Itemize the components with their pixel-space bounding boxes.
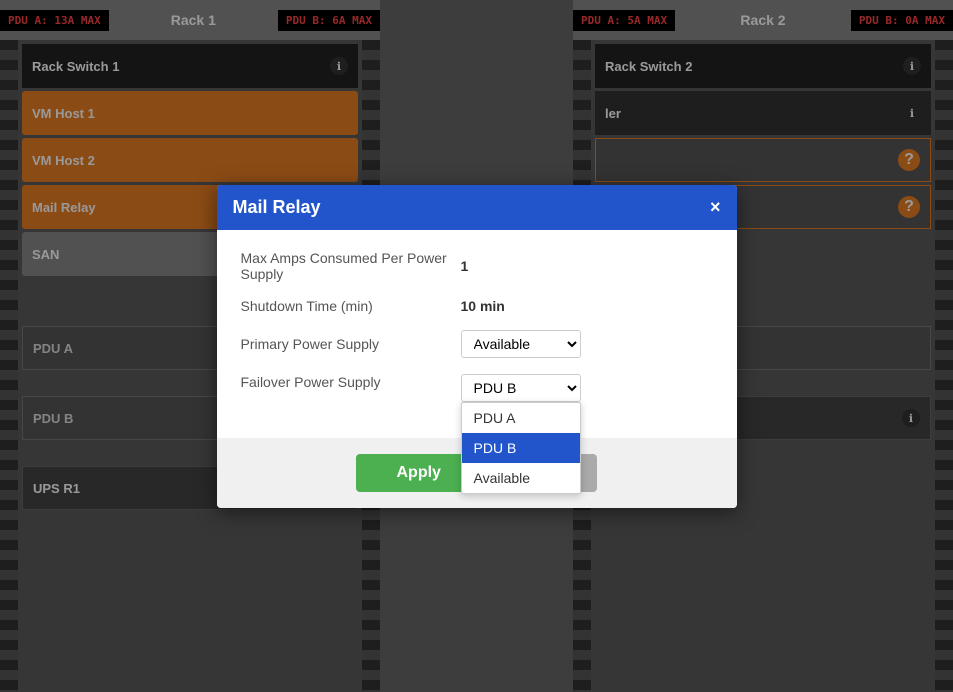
mail-relay-modal: Mail Relay × Max Amps Consumed Per Power… <box>217 185 737 508</box>
max-amps-label: Max Amps Consumed Per Power Supply <box>241 250 461 282</box>
shutdown-label: Shutdown Time (min) <box>241 298 461 314</box>
form-row-max-amps: Max Amps Consumed Per Power Supply 1 <box>241 250 713 282</box>
shutdown-value: 10 min <box>461 298 505 314</box>
modal-title: Mail Relay <box>233 197 321 218</box>
primary-power-select[interactable]: Available PDU A PDU B <box>461 330 581 358</box>
form-row-shutdown: Shutdown Time (min) 10 min <box>241 298 713 314</box>
modal-body: Max Amps Consumed Per Power Supply 1 Shu… <box>217 230 737 438</box>
failover-label: Failover Power Supply <box>241 374 461 390</box>
primary-label: Primary Power Supply <box>241 336 461 352</box>
form-row-failover: Failover Power Supply PDU A PDU B Availa… <box>241 374 713 402</box>
dropdown-option-pdu-a[interactable]: PDU A <box>462 403 580 433</box>
main-container: PDU A: 13A MAX Rack 1 PDU B: 6A MAX Rack… <box>0 0 953 692</box>
failover-dropdown-container: PDU A PDU B Available PDU A PDU B Availa… <box>461 374 581 402</box>
max-amps-value: 1 <box>461 258 469 274</box>
form-row-primary: Primary Power Supply Available PDU A PDU… <box>241 330 713 358</box>
modal-header: Mail Relay × <box>217 185 737 230</box>
failover-dropdown-menu: PDU A PDU B Available <box>461 402 581 494</box>
dropdown-option-pdu-b[interactable]: PDU B <box>462 433 580 463</box>
modal-close-button[interactable]: × <box>710 197 721 218</box>
modal-overlay: Mail Relay × Max Amps Consumed Per Power… <box>0 0 953 692</box>
dropdown-option-available[interactable]: Available <box>462 463 580 493</box>
failover-power-select[interactable]: PDU A PDU B Available <box>461 374 581 402</box>
